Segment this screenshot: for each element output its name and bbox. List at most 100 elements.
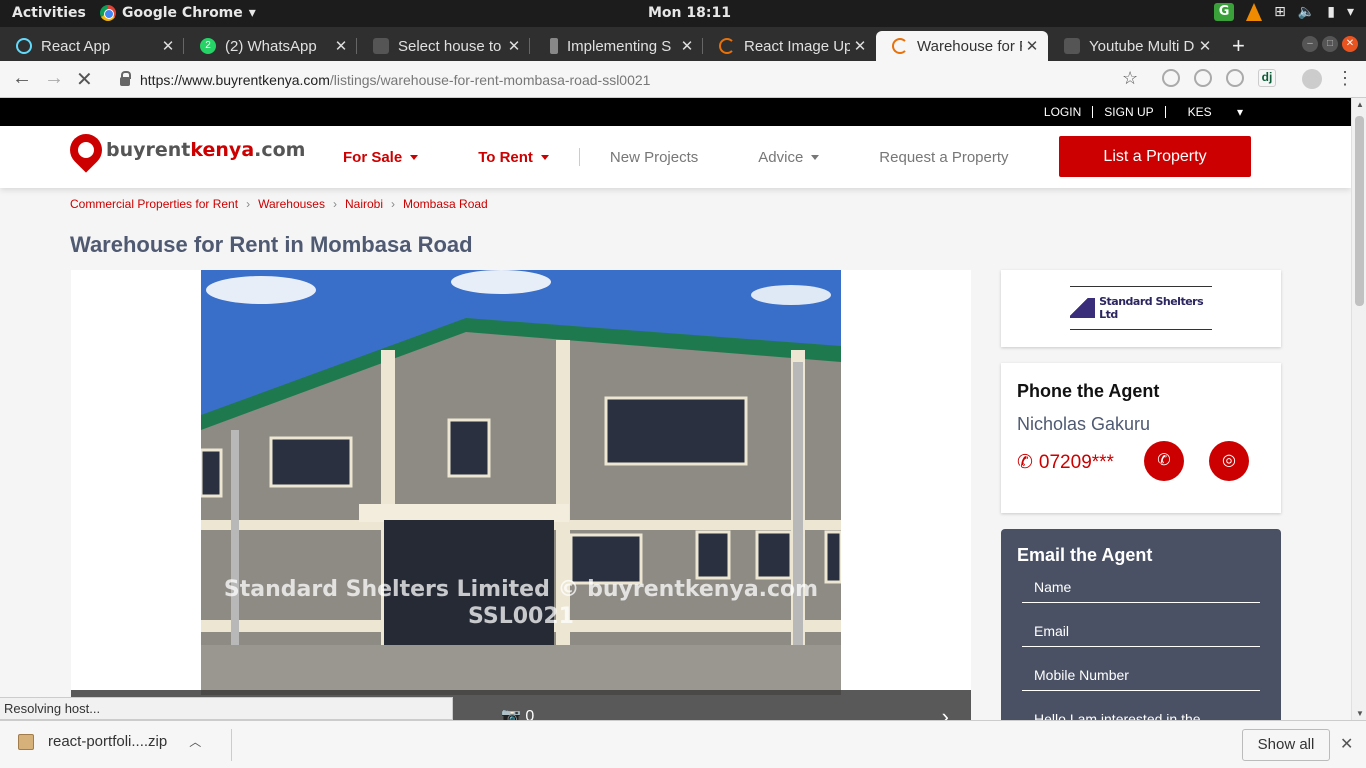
network-icon[interactable]: ⊞ [1274,4,1286,20]
breadcrumb-item[interactable]: Commercial Properties for Rent [70,197,238,211]
tab-title: (2) WhatsApp [225,37,317,55]
maximize-icon[interactable]: □ [1322,36,1338,52]
breadcrumb-item[interactable]: Warehouses [258,197,325,211]
extension-icon[interactable] [1194,69,1212,87]
close-icon[interactable]: ✕ [331,37,351,55]
kebab-menu-icon[interactable]: ⋮ [1336,68,1354,89]
agent-phone[interactable]: ✆ 07209*** [1017,451,1114,474]
nav-for-sale[interactable]: For Sale [343,149,419,166]
currency-select[interactable]: KES ▾ [1166,105,1265,119]
listing-photo[interactable]: Standard Shelters Limited © buyrentkenya… [201,270,841,695]
grammarly-icon[interactable]: G [1214,3,1235,21]
scroll-down-icon[interactable]: ▼ [1356,709,1364,718]
close-icon[interactable]: ✕ [1022,37,1042,55]
caret-down-icon [410,155,419,161]
address-bar[interactable]: https://www.buyrentkenya.com /listings/w… [112,65,1152,94]
watermark-line2: SSL0021 [468,604,574,629]
list-property-button[interactable]: List a Property [1059,136,1251,177]
warehouse-photo-image [201,270,841,695]
close-icon[interactable]: ✕ [504,37,524,55]
agent-phone-number: 07209*** [1038,451,1114,473]
close-icon[interactable]: ✕ [158,37,178,55]
whatsapp-button[interactable]: ◎ [1209,441,1249,481]
photo-counter[interactable]: 📷 0 [501,706,534,720]
activities-button[interactable]: Activities [12,5,86,21]
page-scrollbar[interactable]: ▲ ▼ [1351,98,1366,720]
login-link[interactable]: LOGIN [1033,105,1092,119]
nav-to-rent[interactable]: To Rent [478,149,549,166]
app-menu-label: Google Chrome [122,5,243,21]
logo-text: buyrentkenya.com [106,139,305,161]
django-icon[interactable]: dj [1258,69,1276,87]
minimize-icon[interactable]: – [1302,36,1318,52]
status-bubble: Resolving host... [0,697,453,720]
email-heading: Email the Agent [1017,545,1153,565]
page-icon [373,38,389,54]
zip-file-icon [18,733,34,750]
page-viewport: LOGIN SIGN UP KES ▾ buyrentkenya.com For… [0,98,1366,720]
whatsapp-icon: ◎ [1222,452,1236,469]
tab-implementing[interactable]: Implementing S ✕ [530,31,703,61]
scrollbar-thumb[interactable] [1355,116,1364,306]
watermark-line1: Standard Shelters Limited © buyrentkenya… [223,577,819,602]
name-field[interactable]: Name [1022,571,1260,603]
breadcrumb: Commercial Properties for Rent › Warehou… [70,197,488,211]
camera-icon: 📷 [501,708,521,720]
site-logo[interactable]: buyrentkenya.com [63,127,305,173]
agent-logo-card[interactable]: Standard Shelters Ltd [1001,270,1281,347]
mobile-field[interactable]: Mobile Number [1022,659,1260,691]
site-header: buyrentkenya.com For Sale To Rent New Pr… [0,126,1351,188]
new-tab-button[interactable]: + [1232,33,1245,59]
nav-request-property[interactable]: Request a Property [879,149,1008,166]
chevron-up-icon[interactable]: ︿ [189,733,201,750]
battery-icon[interactable]: ▮ [1327,4,1335,20]
tab-react-app[interactable]: React App ✕ [0,31,184,61]
extension-icons: dj [1162,69,1276,87]
tab-warehouse-active[interactable]: Warehouse for R ✕ [876,31,1048,61]
tab-whatsapp[interactable]: 2 (2) WhatsApp ✕ [184,31,357,61]
lock-icon[interactable] [120,71,131,86]
bookmark-star-icon[interactable]: ☆ [1122,68,1138,89]
close-icon[interactable]: ✕ [850,37,870,55]
close-icon[interactable]: ✕ [677,37,697,55]
loading-icon [719,38,735,54]
system-tray: G ⊞ 🔈 ▮ ▾ [1214,3,1354,21]
tab-youtube[interactable]: Youtube Multi D ✕ [1048,31,1221,61]
nav-new-projects[interactable]: New Projects [610,149,698,166]
show-all-button[interactable]: Show all [1242,729,1330,761]
profile-avatar[interactable] [1302,69,1322,89]
download-filename: react-portfoli....zip [48,733,168,750]
close-icon[interactable]: ✕ [1195,37,1215,55]
signup-link[interactable]: SIGN UP [1093,105,1164,119]
logo-text-part2: kenya [190,139,255,161]
clock[interactable]: Mon 18:11 [648,5,731,21]
forward-icon[interactable]: → [44,67,64,90]
stop-icon[interactable]: ✕ [76,67,93,92]
scroll-up-icon[interactable]: ▲ [1356,100,1364,109]
call-button[interactable]: ✆ [1144,441,1184,481]
breadcrumb-item[interactable]: Nairobi [345,197,383,211]
window-close-icon[interactable]: ✕ [1342,36,1358,52]
chevron-down-icon[interactable]: ▾ [1347,4,1354,20]
tab-react-image-upload[interactable]: React Image Up ✕ [703,31,876,61]
site-top-strip: LOGIN SIGN UP KES ▾ [0,98,1351,126]
breadcrumb-item[interactable]: Mombasa Road [403,197,488,211]
extension-icon[interactable] [1226,69,1244,87]
app-menu[interactable]: Google Chrome ▾ [100,5,256,21]
download-item[interactable]: react-portfoli....zip ︿ [18,733,201,750]
extension-icon[interactable] [1162,69,1180,87]
message-field[interactable]: Hello I am interested in the [1022,709,1260,720]
divider [231,729,232,761]
whatsapp-icon: 2 [200,38,216,54]
tab-strip: React App ✕ 2 (2) WhatsApp ✕ Select hous… [0,27,1366,61]
back-icon[interactable]: ← [12,67,32,90]
email-field[interactable]: Email [1022,615,1260,647]
volume-icon[interactable]: 🔈 [1298,4,1315,20]
vlc-icon[interactable] [1246,3,1263,21]
tab-select-house[interactable]: Select house to ✕ [357,31,530,61]
nav-advice[interactable]: Advice [758,149,820,166]
nav-divider [578,148,580,166]
next-photo-icon[interactable]: › [942,704,949,720]
close-icon[interactable]: ✕ [1340,734,1353,754]
chrome-icon [100,5,116,21]
